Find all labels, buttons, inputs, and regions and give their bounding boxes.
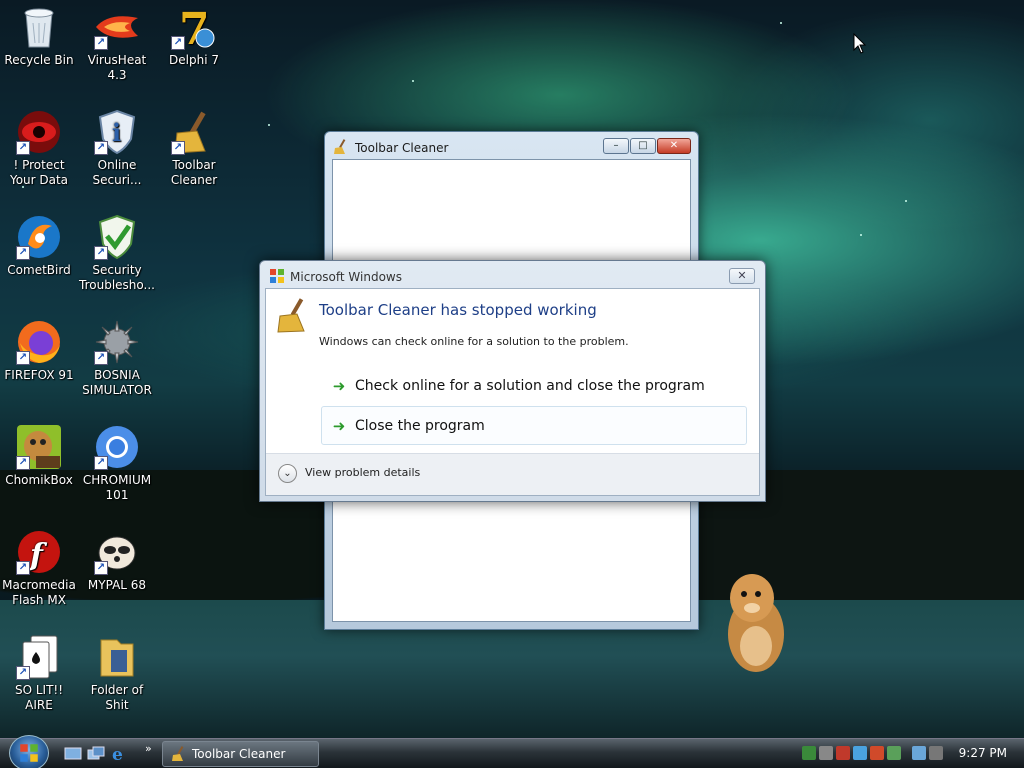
shortcut-arrow-icon: ↗ <box>94 561 108 575</box>
desktop-icon-delphi[interactable]: 7 ↗ Delphi 7 <box>156 4 232 68</box>
desktop-icon-folder[interactable]: Folder of Shit <box>79 634 155 713</box>
maximize-button[interactable]: □ <box>630 138 656 154</box>
taskbar-button-toolbar-cleaner[interactable]: Toolbar Cleaner <box>162 741 319 767</box>
broom-icon <box>333 139 349 155</box>
shortcut-arrow-icon: ↗ <box>171 36 185 50</box>
start-button[interactable] <box>9 735 49 768</box>
star <box>780 22 782 24</box>
star <box>905 200 907 202</box>
chromium-icon: ↗ <box>94 424 140 470</box>
desktop-icon-mypal[interactable]: ↗ MYPAL 68 <box>79 529 155 593</box>
shortcut-arrow-icon: ↗ <box>16 561 30 575</box>
star <box>268 124 270 126</box>
shortcut-arrow-icon: ↗ <box>94 36 108 50</box>
tray-grid-icon[interactable] <box>887 746 901 760</box>
shortcut-arrow-icon: ↗ <box>16 351 30 365</box>
desktop-icon-bosnia-simulator[interactable]: ↗ BOSNIA SIMULATOR <box>79 319 155 398</box>
shortcut-arrow-icon: ↗ <box>16 246 30 260</box>
dialog-close-button[interactable]: ✕ <box>729 268 755 284</box>
dialog-window-title: Microsoft Windows <box>290 270 402 284</box>
tray-volume-muted-icon[interactable] <box>929 746 943 760</box>
shortcut-arrow-icon: ↗ <box>94 456 108 470</box>
star <box>860 234 862 236</box>
desktop-icon-toolbar-cleaner[interactable]: ↗ Toolbar Cleaner <box>156 109 232 188</box>
broom-icon: ↗ <box>171 109 217 155</box>
shortcut-arrow-icon: ↗ <box>16 141 30 155</box>
error-dialog[interactable]: Microsoft Windows ✕ Toolbar Cleaner has … <box>259 260 766 502</box>
close-program-option[interactable]: ➜ Close the program <box>321 406 747 445</box>
desktop-icon-online-security[interactable]: i ↗ Online Securi... <box>79 109 155 188</box>
star <box>412 80 414 82</box>
green-arrow-icon: ➜ <box>332 416 346 435</box>
cards-icon: ↗ <box>16 634 62 680</box>
dialog-body: Toolbar Cleaner has stopped working Wind… <box>265 288 760 496</box>
spiked-ball-icon: ↗ <box>94 319 140 365</box>
shortcut-arrow-icon: ↗ <box>16 666 30 680</box>
folder-icon <box>94 634 140 680</box>
desktop-icon-virusheat[interactable]: ↗ VirusHeat 4.3 <box>79 4 155 83</box>
recycle-bin-icon <box>16 4 62 50</box>
show-desktop-icon[interactable] <box>64 745 82 763</box>
window-title: Toolbar Cleaner <box>355 141 449 155</box>
close-button[interactable]: ✕ <box>657 138 691 154</box>
svg-text:e: e <box>112 745 123 763</box>
chomikbox-icon: ↗ <box>16 424 62 470</box>
tray-app-icon[interactable] <box>819 746 833 760</box>
green-arrow-icon: ➜ <box>332 376 346 395</box>
desktop-icon-solitaire[interactable]: ↗ SO LIT!! AIRE <box>1 634 77 713</box>
switch-windows-icon[interactable] <box>87 745 105 763</box>
windows-flag-icon <box>269 268 285 284</box>
protect-data-icon: ↗ <box>16 109 62 155</box>
broom-icon <box>276 297 312 333</box>
shortcut-arrow-icon: ↗ <box>94 141 108 155</box>
windows-logo-icon <box>20 744 38 762</box>
tray-monitor-icon[interactable] <box>912 746 926 760</box>
tray-virus-icon[interactable] <box>836 746 850 760</box>
option-label: Check online for a solution and close th… <box>355 377 705 394</box>
shortcut-arrow-icon: ↗ <box>16 456 30 470</box>
desktop-icon-chromium[interactable]: ↗ CHROMIUM 101 <box>79 424 155 503</box>
tray-update-icon[interactable] <box>870 746 884 760</box>
flash-icon: f ↗ <box>16 529 62 575</box>
hamster-mascot <box>722 568 788 674</box>
desktop-icon-protect-data[interactable]: ↗ ! Protect Your Data <box>1 109 77 188</box>
virusheat-icon: ↗ <box>94 4 140 50</box>
clock[interactable]: 9:27 PM <box>959 746 1007 760</box>
firefox-icon: ↗ <box>16 319 62 365</box>
cometbird-icon: ↗ <box>16 214 62 260</box>
desktop-icon-recycle-bin[interactable]: Recycle Bin <box>1 4 77 68</box>
dialog-heading: Toolbar Cleaner has stopped working <box>319 301 597 319</box>
desktop-icon-flash-mx[interactable]: f ↗ Macromedia Flash MX <box>1 529 77 608</box>
shortcut-arrow-icon: ↗ <box>94 351 108 365</box>
shortcut-arrow-icon: ↗ <box>171 141 185 155</box>
taskbar-button-label: Toolbar Cleaner <box>192 747 286 761</box>
tray-network-icon[interactable] <box>853 746 867 760</box>
tray-security-icon[interactable] <box>802 746 816 760</box>
system-tray: 9:27 PM <box>798 739 1024 768</box>
dialog-footer: ⌄ View problem details <box>266 453 759 495</box>
minimize-button[interactable]: – <box>603 138 629 154</box>
check-online-option[interactable]: ➜ Check online for a solution and close … <box>321 366 747 405</box>
desktop-icon-cometbird[interactable]: ↗ CometBird <box>1 214 77 278</box>
internet-explorer-icon[interactable]: e <box>110 745 128 765</box>
option-label: Close the program <box>355 417 485 434</box>
quicklaunch-overflow[interactable]: » <box>145 742 152 755</box>
dialog-subtext: Windows can check online for a solution … <box>319 335 629 348</box>
broom-icon <box>171 746 187 762</box>
caption-buttons: – □ ✕ <box>603 138 691 154</box>
mouse-cursor <box>853 32 867 58</box>
shield-check-icon: ↗ <box>94 214 140 260</box>
delphi-icon: 7 ↗ <box>171 4 217 50</box>
desktop-icon-firefox[interactable]: ↗ FIREFOX 91 <box>1 319 77 383</box>
svg-text:i: i <box>112 118 121 147</box>
shortcut-arrow-icon: ↗ <box>94 246 108 260</box>
chevron-down-icon[interactable]: ⌄ <box>278 464 297 483</box>
desktop-icon-chomikbox[interactable]: ↗ ChomikBox <box>1 424 77 488</box>
shield-info-icon: i ↗ <box>94 109 140 155</box>
taskbar: e » Toolbar Cleaner 9:27 PM <box>0 735 1024 768</box>
view-details-link[interactable]: View problem details <box>305 466 420 479</box>
desktop-icon-security-troubleshooter[interactable]: ↗ Security Troublesho... <box>79 214 155 293</box>
raccoon-icon: ↗ <box>94 529 140 575</box>
